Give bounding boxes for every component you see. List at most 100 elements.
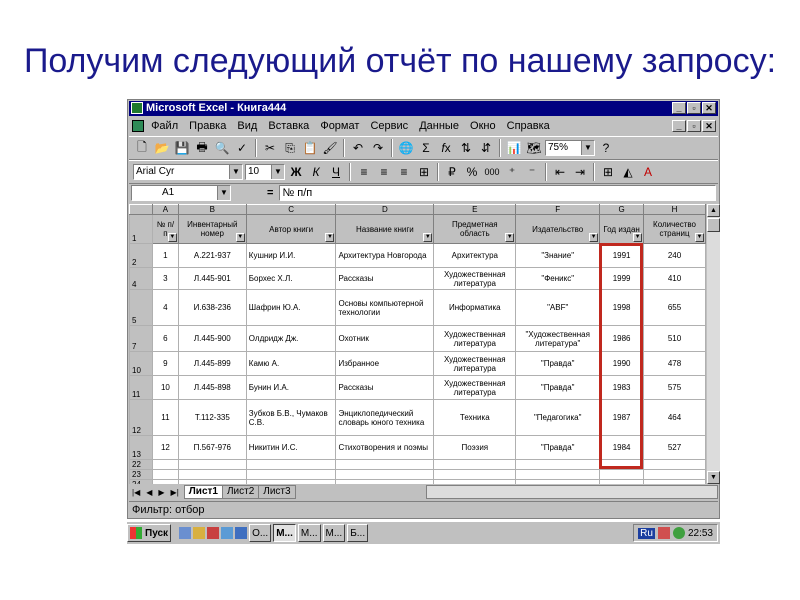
- sheet-tab-2[interactable]: Лист2: [221, 485, 260, 499]
- cell[interactable]: "Художественная литература": [515, 325, 601, 352]
- cell[interactable]: Охотник: [335, 325, 435, 352]
- save-icon[interactable]: 💾: [173, 139, 191, 157]
- new-icon[interactable]: 🗋: [133, 139, 151, 157]
- cell[interactable]: 478: [643, 351, 706, 376]
- menu-data[interactable]: Данные: [419, 120, 459, 132]
- hyperlink-icon[interactable]: 🌐: [397, 139, 415, 157]
- cell[interactable]: Рассказы: [335, 375, 435, 400]
- decrease-decimal-icon[interactable]: ⁻: [523, 163, 541, 181]
- maximize-button[interactable]: ▫: [687, 102, 701, 114]
- select-all-corner[interactable]: [129, 204, 153, 215]
- thousands-button[interactable]: 000: [483, 163, 501, 181]
- cell[interactable]: Л.445-901: [177, 267, 247, 290]
- cell[interactable]: Техника: [433, 399, 517, 436]
- menu-file[interactable]: Файл: [151, 120, 178, 132]
- cell[interactable]: 3: [151, 267, 179, 290]
- cell[interactable]: 1999: [599, 267, 645, 290]
- taskbar-window-3[interactable]: М...: [297, 524, 321, 542]
- redo-icon[interactable]: ↷: [369, 139, 387, 157]
- cell[interactable]: Избранное: [335, 351, 435, 376]
- field-header-cell[interactable]: Автор книги ▼: [245, 214, 337, 244]
- col-header[interactable]: F: [515, 204, 601, 215]
- cell[interactable]: 410: [643, 267, 706, 290]
- font-color-icon[interactable]: A: [639, 163, 657, 181]
- merge-center-icon[interactable]: ⊞: [415, 163, 433, 181]
- cell[interactable]: Камю А.: [245, 351, 337, 376]
- field-header-cell[interactable]: Предметная область ▼: [433, 214, 517, 244]
- doc-maximize-button[interactable]: ▫: [687, 120, 701, 132]
- horizontal-scrollbar[interactable]: [425, 485, 718, 499]
- cell[interactable]: 12: [151, 435, 179, 460]
- cell[interactable]: 1987: [599, 399, 645, 436]
- cell[interactable]: 1: [151, 243, 179, 268]
- cell[interactable]: Л.445-899: [177, 351, 247, 376]
- cell[interactable]: И.638-236: [177, 289, 247, 326]
- worksheet-grid[interactable]: A B C D E F G H 1 № п/п ▼ Инвентарный ном…: [129, 204, 706, 484]
- menu-edit[interactable]: Правка: [189, 120, 226, 132]
- menu-format[interactable]: Формат: [320, 120, 359, 132]
- chart-wizard-icon[interactable]: 📊: [505, 139, 523, 157]
- tab-next-icon[interactable]: ▶: [158, 488, 164, 497]
- formula-input[interactable]: № п/п: [279, 185, 716, 201]
- col-header[interactable]: A: [151, 204, 179, 215]
- scroll-down-icon[interactable]: ▼: [707, 471, 720, 484]
- align-center-icon[interactable]: ≡: [375, 163, 393, 181]
- cell[interactable]: Шафрин Ю.А.: [245, 289, 337, 326]
- cell[interactable]: "Правда": [515, 435, 601, 460]
- format-painter-icon[interactable]: 🖌: [321, 139, 339, 157]
- row-header[interactable]: 23: [129, 469, 153, 480]
- taskbar-window-1[interactable]: О...: [249, 524, 272, 542]
- quicklaunch-ie-icon[interactable]: [221, 527, 234, 539]
- cell[interactable]: А.221-937: [177, 243, 247, 268]
- cell[interactable]: "Правда": [515, 375, 601, 400]
- paste-icon[interactable]: 📋: [301, 139, 319, 157]
- row-header[interactable]: 11: [129, 375, 153, 400]
- taskbar-window-excel[interactable]: М...: [273, 524, 296, 542]
- close-button[interactable]: ✕: [702, 102, 716, 114]
- cell[interactable]: 464: [643, 399, 706, 436]
- cell[interactable]: "ABF": [515, 289, 601, 326]
- name-box[interactable]: A1 ▼: [131, 185, 231, 201]
- italic-button[interactable]: К: [307, 163, 325, 181]
- menu-window[interactable]: Окно: [470, 120, 496, 132]
- row-header[interactable]: 2: [129, 243, 153, 268]
- cell[interactable]: 6: [151, 325, 179, 352]
- cell[interactable]: 11: [151, 399, 179, 436]
- col-header[interactable]: H: [643, 204, 706, 215]
- row-header[interactable]: 22: [129, 459, 153, 470]
- cell[interactable]: Архитектура Новгорода: [335, 243, 435, 268]
- help-icon[interactable]: ?: [597, 139, 615, 157]
- cell[interactable]: Никитин И.С.: [245, 435, 337, 460]
- field-header-cell[interactable]: Издательство ▼: [515, 214, 601, 244]
- field-header-cell[interactable]: Количество страниц ▼: [643, 214, 706, 244]
- quicklaunch-folder-icon[interactable]: [193, 527, 206, 539]
- col-header[interactable]: C: [245, 204, 337, 215]
- row-header[interactable]: 5: [129, 289, 153, 326]
- quicklaunch-app-icon[interactable]: [207, 527, 220, 539]
- col-header[interactable]: D: [335, 204, 435, 215]
- cell[interactable]: Кушнир И.И.: [245, 243, 337, 268]
- tray-status-icon[interactable]: [672, 527, 685, 539]
- cell[interactable]: 1990: [599, 351, 645, 376]
- taskbar-window-5[interactable]: Б...: [347, 524, 369, 542]
- cell[interactable]: Энциклопедический словарь юного техника: [335, 399, 435, 436]
- menu-insert[interactable]: Вставка: [268, 120, 309, 132]
- decrease-indent-icon[interactable]: ⇤: [551, 163, 569, 181]
- cell[interactable]: Поэзия: [433, 435, 517, 460]
- col-header[interactable]: G: [599, 204, 645, 215]
- cell[interactable]: Бунин И.А.: [245, 375, 337, 400]
- cell[interactable]: 1991: [599, 243, 645, 268]
- cell[interactable]: Основы компьютерной технологии: [335, 289, 435, 326]
- minimize-button[interactable]: _: [672, 102, 686, 114]
- row-header[interactable]: 12: [129, 399, 153, 436]
- function-icon[interactable]: fx: [437, 139, 455, 157]
- fill-color-icon[interactable]: ◭: [619, 163, 637, 181]
- col-header[interactable]: E: [433, 204, 517, 215]
- tab-last-icon[interactable]: ▶|: [171, 488, 179, 497]
- row-header[interactable]: 1: [129, 214, 153, 244]
- cell[interactable]: 4: [151, 289, 179, 326]
- font-size-select[interactable]: 10 ▼: [245, 164, 285, 180]
- col-header[interactable]: B: [177, 204, 247, 215]
- cell[interactable]: 1986: [599, 325, 645, 352]
- cell[interactable]: "Правда": [515, 351, 601, 376]
